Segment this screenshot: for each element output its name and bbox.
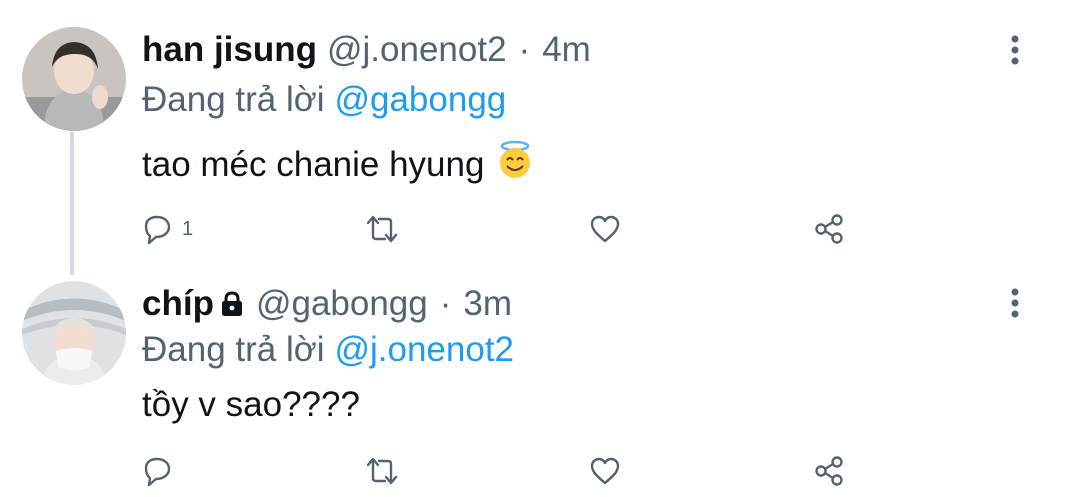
mention-link[interactable]: @gabongg — [334, 80, 506, 119]
more-vertical-icon — [1011, 288, 1019, 318]
avatar[interactable] — [22, 27, 126, 131]
smiling-face-with-halo-icon — [496, 140, 534, 189]
user-handle[interactable]: @gabongg — [256, 284, 428, 324]
separator-dot: · — [439, 284, 452, 323]
tweet-header: chíp @gabongg · 3m — [142, 284, 512, 324]
display-name[interactable]: chíp — [142, 284, 214, 324]
timestamp[interactable]: 3m — [463, 284, 512, 324]
timestamp[interactable]: 4m — [542, 30, 591, 70]
reply-button[interactable] — [140, 451, 182, 491]
comment-bubble-icon — [144, 457, 171, 487]
display-name[interactable]: han jisung — [142, 30, 317, 70]
tweet-header: han jisung @j.onenot2 · 4m — [142, 30, 591, 70]
comment-bubble-icon — [144, 215, 171, 245]
retweet-icon — [366, 215, 398, 243]
like-button[interactable] — [588, 451, 622, 491]
like-button[interactable] — [588, 209, 622, 249]
heart-icon — [590, 457, 620, 485]
tweet-text-content: tao méc chanie hyung — [142, 144, 485, 184]
tweet-text: tồy v sao???? — [142, 385, 360, 425]
more-vertical-icon — [1011, 35, 1019, 65]
retweet-button[interactable] — [364, 451, 400, 491]
lock-icon — [220, 286, 244, 326]
share-button[interactable] — [812, 451, 846, 491]
share-icon — [815, 456, 843, 486]
user-handle[interactable]: @j.onenot2 — [327, 30, 507, 70]
share-icon — [815, 214, 843, 244]
tweet-text-content: tồy v sao???? — [142, 385, 360, 424]
heart-icon — [590, 215, 620, 243]
avatar[interactable] — [22, 281, 126, 385]
retweet-icon — [366, 457, 398, 485]
tweet-text: tao méc chanie hyung — [142, 140, 534, 189]
reply-count: 1 — [182, 217, 194, 240]
replying-to: Đang trả lời @gabongg — [142, 80, 506, 120]
tweet-actions: 1 — [140, 209, 860, 249]
tweet-actions — [140, 451, 860, 491]
mention-link[interactable]: @j.onenot2 — [334, 330, 514, 369]
reply-button[interactable]: 1 — [140, 209, 193, 249]
share-button[interactable] — [812, 209, 846, 249]
separator-dot: · — [518, 30, 531, 69]
retweet-button[interactable] — [364, 209, 400, 249]
replying-to: Đang trả lời @j.onenot2 — [142, 330, 514, 370]
more-options-button[interactable] — [1004, 283, 1026, 323]
thread-line — [70, 132, 74, 275]
replying-prefix: Đang trả lời — [142, 80, 325, 119]
more-options-button[interactable] — [1004, 30, 1026, 70]
replying-prefix: Đang trả lời — [142, 330, 325, 369]
